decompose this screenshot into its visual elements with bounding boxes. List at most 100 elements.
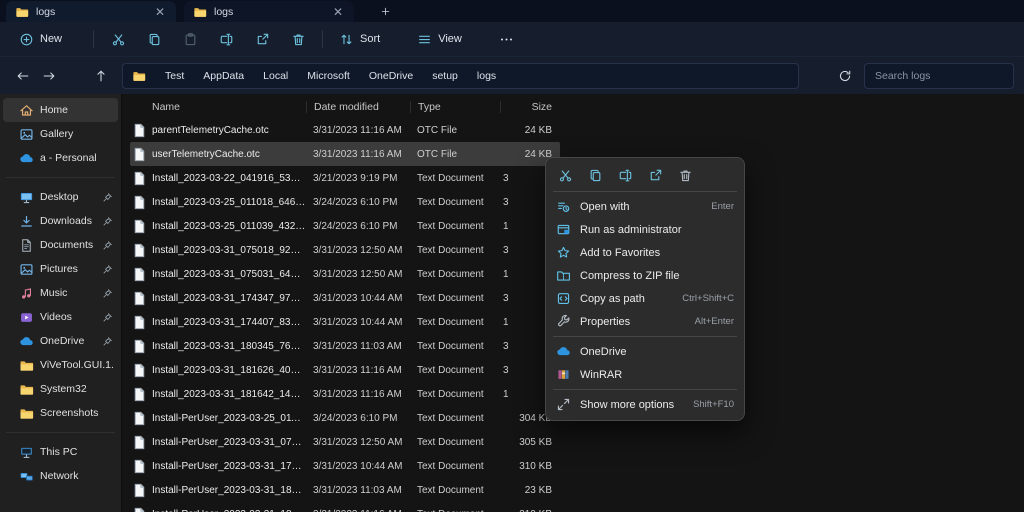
file-date-modified: 3/31/2023 11:16 AM (306, 509, 410, 512)
table-row[interactable]: Install_2023-03-31_180345_7680-9948 3/31… (130, 334, 560, 358)
breadcrumb-segment[interactable]: AppData (203, 70, 244, 82)
table-row[interactable]: Install-PerUser_2023-03-31_180352_1128..… (130, 478, 560, 502)
pin-icon (102, 240, 113, 251)
sidebar-item-videos[interactable]: Videos (3, 305, 118, 329)
table-row[interactable]: Install_2023-03-31_075031_6464-7164 3/31… (130, 262, 560, 286)
new-button[interactable]: New (12, 28, 84, 51)
sidebar-item-gallery[interactable]: Gallery (3, 122, 118, 146)
admin-icon (556, 222, 571, 237)
breadcrumb[interactable]: Test AppData Local Microsoft (122, 63, 799, 89)
explorer-tab[interactable]: logs ✕ (6, 1, 176, 22)
delete-menu-button[interactable] (672, 163, 698, 187)
file-name: Install_2023-03-31_075018_9208-4036 (152, 245, 306, 256)
menu-item-open-with[interactable]: Open with Enter (550, 195, 740, 218)
tab-close-icon[interactable]: ✕ (153, 6, 167, 18)
sidebar-item-desktop[interactable]: Desktop (3, 185, 118, 209)
sidebar-item-home[interactable]: Home (3, 98, 118, 122)
table-row[interactable]: userTelemetryCache.otc 3/31/2023 11:16 A… (130, 142, 560, 166)
sidebar-item-system32[interactable]: System32 (3, 377, 118, 401)
menu-item-onedrive[interactable]: OneDrive (550, 340, 740, 363)
breadcrumb-segment[interactable]: Local (263, 70, 288, 82)
sidebar-item-music[interactable]: Music (3, 281, 118, 305)
menu-item-run-as-administrator[interactable]: Run as administrator (550, 218, 740, 241)
breadcrumb-segment[interactable]: logs (477, 70, 496, 82)
expand-chevron-icon[interactable] (8, 154, 17, 163)
expand-chevron-icon[interactable] (8, 472, 17, 481)
table-row[interactable]: Install_2023-03-31_181626_4036-6992 3/31… (130, 358, 560, 382)
column-header-type[interactable]: Type (410, 101, 500, 113)
sidebar-item-vivetool[interactable]: ViVeTool.GUI.1.6.2.0 (3, 353, 118, 377)
menu-item-properties[interactable]: Properties Alt+Enter (550, 310, 740, 333)
search-input[interactable] (864, 63, 1014, 89)
rename-menu-button[interactable] (612, 163, 638, 187)
file-date-modified: 3/24/2023 6:10 PM (306, 197, 410, 208)
folder-icon (193, 5, 207, 19)
context-menu-divider (553, 389, 737, 390)
rename-icon (219, 32, 234, 47)
file-icon (133, 435, 146, 450)
column-header-size[interactable]: Size (500, 101, 556, 113)
menu-item-winrar[interactable]: WinRAR (550, 363, 740, 386)
sidebar-item-network[interactable]: Network (3, 464, 118, 488)
explorer-tab[interactable]: logs ✕ (184, 1, 354, 22)
tab-close-icon[interactable]: ✕ (331, 6, 345, 18)
forward-button[interactable] (36, 63, 62, 89)
file-name: Install_2023-03-25_011039_4328-9032 (152, 221, 306, 232)
file-size: 305 KB (500, 437, 556, 448)
new-tab-button[interactable] (376, 2, 394, 20)
view-button[interactable]: View (410, 28, 484, 51)
delete-button[interactable] (283, 26, 313, 52)
table-row[interactable]: Install-PerUser_2023-03-31_075019_1996..… (130, 430, 560, 454)
table-row[interactable]: Install-PerUser_2023-03-31_174349_656-..… (130, 454, 560, 478)
address-bar: Test AppData Local Microsoft (0, 56, 1024, 94)
table-row[interactable]: Install_2023-03-31_181642_148-6604 3/31/… (130, 382, 560, 406)
back-button[interactable] (10, 63, 36, 89)
sidebar-item-pictures[interactable]: Pictures (3, 257, 118, 281)
recent-locations-button[interactable] (62, 63, 88, 89)
copy-menu-button[interactable] (582, 163, 608, 187)
table-row[interactable]: Install_2023-03-25_011039_4328-9032 3/24… (130, 214, 560, 238)
see-more-button[interactable] (492, 26, 522, 52)
breadcrumb-segment[interactable]: OneDrive (369, 70, 413, 82)
clipboard-button-group (103, 26, 313, 52)
table-row[interactable]: Install_2023-03-22_041916_5340-4340 3/21… (130, 166, 560, 190)
sidebar-item-onedrive[interactable]: OneDrive (3, 329, 118, 353)
breadcrumb-segment[interactable]: setup (432, 70, 458, 82)
expand-chevron-icon[interactable] (8, 448, 17, 457)
breadcrumb-segment[interactable]: Microsoft (307, 70, 350, 82)
file-date-modified: 3/31/2023 11:03 AM (306, 341, 410, 352)
table-row[interactable]: Install_2023-03-31_174347_9792-9188 3/31… (130, 286, 560, 310)
column-header-date-modified[interactable]: Date modified (306, 101, 410, 113)
table-row[interactable]: Install_2023-03-31_174407_8360-1672 3/31… (130, 310, 560, 334)
file-icon (133, 339, 146, 354)
share-button[interactable] (247, 26, 277, 52)
cut-button[interactable] (103, 26, 133, 52)
column-header-name[interactable]: Name (130, 101, 306, 113)
breadcrumb-segment[interactable]: Test (165, 70, 184, 82)
up-button[interactable] (88, 63, 114, 89)
table-row[interactable]: parentTelemetryCache.otc 3/31/2023 11:16… (130, 118, 560, 142)
sidebar-item-screenshots[interactable]: Screenshots (3, 401, 118, 425)
copy-button[interactable] (139, 26, 169, 52)
file-date-modified: 3/31/2023 10:44 AM (306, 317, 410, 328)
menu-item-add-to-favorites[interactable]: Add to Favorites (550, 241, 740, 264)
refresh-button[interactable] (832, 63, 858, 89)
share-menu-button[interactable] (642, 163, 668, 187)
sidebar-item-downloads[interactable]: Downloads (3, 209, 118, 233)
menu-item-copy-as-path[interactable]: Copy as path Ctrl+Shift+C (550, 287, 740, 310)
sidebar-item-documents[interactable]: Documents (3, 233, 118, 257)
table-row[interactable]: Install_2023-03-25_011018_6460-1008 3/24… (130, 190, 560, 214)
menu-item-compress-to-zip[interactable]: Compress to ZIP file (550, 264, 740, 287)
table-row[interactable]: Install-PerUser_2023-03-31_181628_7992 3… (130, 502, 560, 512)
paste-button[interactable] (175, 26, 205, 52)
table-row[interactable]: Install_2023-03-31_075018_9208-4036 3/31… (130, 238, 560, 262)
table-row[interactable]: Install-PerUser_2023-03-25_011020_4356..… (130, 406, 560, 430)
sort-button[interactable]: Sort (332, 28, 402, 51)
rename-button[interactable] (211, 26, 241, 52)
address-dropdown-button[interactable] (807, 63, 833, 89)
cut-menu-button[interactable] (552, 163, 578, 187)
sidebar-item-this-pc[interactable]: This PC (3, 440, 118, 464)
tab-label: logs (214, 6, 324, 18)
menu-item-show-more-options[interactable]: Show more options Shift+F10 (550, 393, 740, 416)
sidebar-item-onedrive-personal[interactable]: a - Personal (3, 146, 118, 170)
